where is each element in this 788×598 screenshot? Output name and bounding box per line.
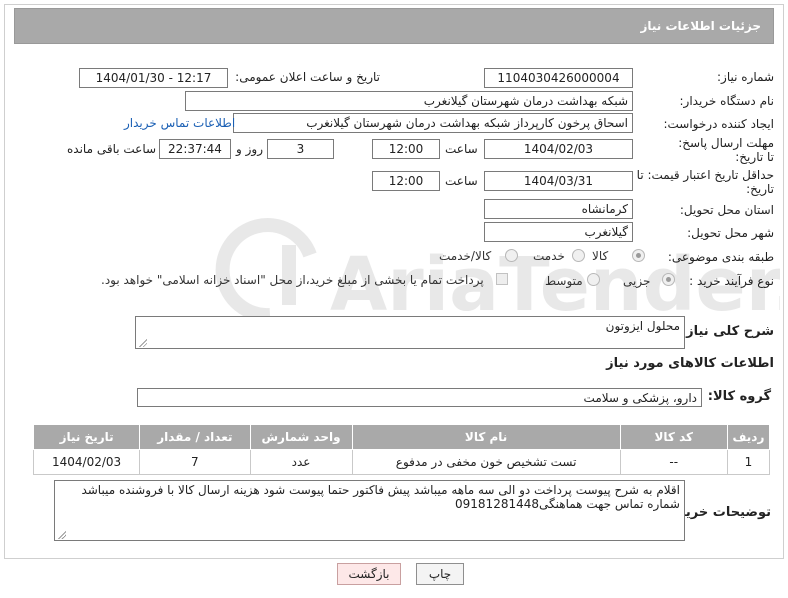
remaining-time-field: 22:37:44 (159, 139, 231, 159)
page-header: جزئیات اطلاعات نیاز (14, 8, 774, 44)
table-row: 1 -- تست تشخیص خون مخفی در مدفوع عدد 7 1… (32, 449, 771, 475)
category-option-goods-service: کالا/خدمت (439, 249, 492, 263)
col-goods-name: نام کالا (351, 424, 621, 450)
category-radio-goods[interactable] (632, 249, 645, 262)
days-label: روز و (236, 142, 263, 156)
need-description-text: محلول ایزوتون (605, 319, 680, 333)
resize-grip-icon[interactable] (138, 338, 147, 347)
col-goods-code: کد کالا (619, 424, 728, 450)
requester-label: ایجاد کننده درخواست: (663, 117, 774, 131)
category-label: طبقه بندی موضوعی: (667, 250, 774, 264)
announce-datetime-label: تاریخ و ساعت اعلان عمومی: (235, 70, 380, 84)
goods-info-title: اطلاعات کالاهای مورد نیاز (606, 356, 774, 371)
response-deadline-time: 12:00 (372, 139, 440, 159)
purchase-radio-medium[interactable] (587, 273, 600, 286)
city-field: گیلانغرب (484, 222, 633, 242)
response-deadline-label: مهلت ارسال پاسخ: تا تاریخ: (678, 136, 774, 164)
items-table-header: ردیف کد کالا نام کالا واحد شمارش تعداد /… (32, 424, 771, 450)
col-quantity: تعداد / مقدار (139, 424, 251, 450)
treasury-payment-note: پرداخت تمام یا بخشی از مبلغ خرید،از محل … (101, 273, 484, 287)
cell-row-number: 1 (726, 449, 771, 475)
page-title: جزئیات اطلاعات نیاز (640, 19, 761, 33)
buyer-org-label: نام دستگاه خریدار: (679, 94, 775, 108)
category-radio-service[interactable] (572, 249, 585, 262)
need-number-label: شماره نیاز: (717, 70, 774, 84)
cell-goods-name: تست تشخیص خون مخفی در مدفوع (351, 449, 621, 475)
treasury-payment-checkbox[interactable] (496, 273, 508, 285)
need-number-field: 1104030426000004 (484, 68, 633, 88)
buyer-org-field: شبکه بهداشت درمان شهرستان گیلانغرب (185, 91, 633, 111)
cell-unit: عدد (249, 449, 353, 475)
announce-datetime-field: 1404/01/30 - 12:17 (79, 68, 228, 88)
city-label: شهر محل تحویل: (687, 226, 774, 240)
cell-quantity: 7 (139, 449, 251, 475)
buyer-notes-text: اقلام به شرح پیوست پرداخت دو الی سه ماهه… (81, 483, 680, 511)
response-days-field: 3 (267, 139, 334, 159)
goods-group-field: دارو، پزشکی و سلامت (137, 388, 702, 407)
price-validity-date: 1404/03/31 (484, 171, 633, 191)
resize-grip-icon[interactable] (57, 530, 66, 539)
remaining-label: ساعت باقی مانده (67, 142, 157, 156)
purchase-option-minor: جزیی (623, 274, 651, 288)
need-description-label: شرح کلی نیاز: (680, 324, 774, 339)
purchase-radio-minor[interactable] (662, 273, 675, 286)
purchase-type-label: نوع فرآیند خرید : (689, 274, 774, 288)
requester-field: اسحاق پرخون کارپرداز شبکه بهداشت درمان ش… (233, 113, 633, 133)
buyer-contact-link[interactable]: اطلاعات تماس خریدار (124, 116, 235, 130)
col-row-number: ردیف (726, 424, 771, 450)
need-description-field[interactable]: محلول ایزوتون (135, 316, 685, 349)
price-validity-time: 12:00 (372, 171, 440, 191)
col-unit: واحد شمارش (249, 424, 353, 450)
purchase-option-medium: متوسط (545, 274, 583, 288)
buyer-notes-field[interactable]: اقلام به شرح پیوست پرداخت دو الی سه ماهه… (54, 480, 685, 541)
items-table: ردیف کد کالا نام کالا واحد شمارش تعداد /… (32, 424, 771, 475)
category-radio-goods-service[interactable] (505, 249, 518, 262)
price-validity-label: حداقل تاریخ اعتبار قیمت: تا تاریخ: (636, 168, 774, 196)
cell-need-date: 1404/02/03 (32, 449, 141, 475)
category-option-goods: کالا (592, 249, 609, 263)
print-button[interactable]: چاپ (416, 563, 464, 585)
province-label: استان محل تحویل: (679, 203, 774, 217)
goods-group-label: گروه کالا: (707, 389, 771, 404)
price-validity-time-label: ساعت (445, 174, 478, 188)
cell-goods-code: -- (619, 449, 728, 475)
back-button[interactable]: بازگشت (337, 563, 401, 585)
response-time-label: ساعت (445, 142, 478, 156)
category-option-service: خدمت (533, 249, 565, 263)
col-need-date: تاریخ نیاز (32, 424, 141, 450)
province-field: کرمانشاه (484, 199, 633, 219)
response-deadline-date: 1404/02/03 (484, 139, 633, 159)
